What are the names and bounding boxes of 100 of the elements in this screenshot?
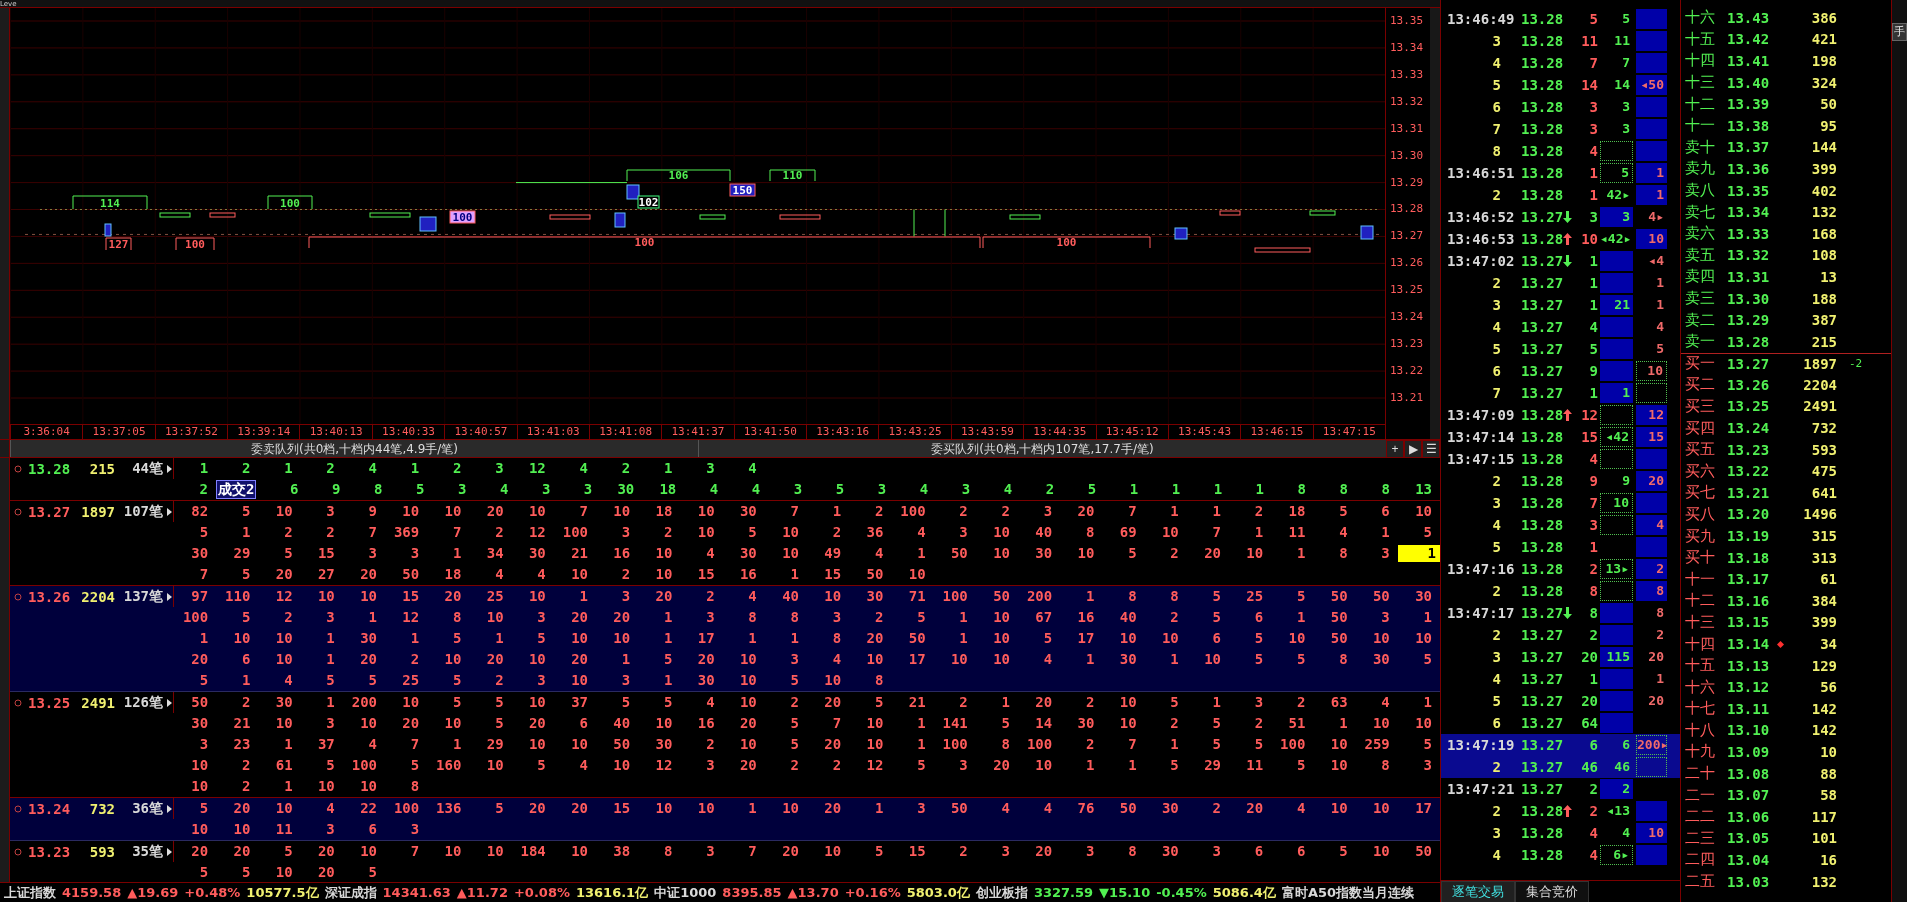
trade-row[interactable]: 5 13.27 20 20 [1441, 690, 1680, 712]
order-dash [209, 212, 236, 218]
index-quote-text: 中证1000 [654, 883, 717, 902]
trade-row[interactable]: 2 13.28 8 8 [1441, 580, 1680, 602]
queue-cell: 100 [900, 503, 926, 520]
queue-cell: 4 [1003, 481, 1013, 498]
tab[interactable]: 集合竞价 [1515, 881, 1589, 902]
ask-level-label: 卖一 [1684, 332, 1716, 352]
order-marker [104, 223, 112, 237]
trade-row[interactable]: 13:46:51 13.28 1 5 1 [1441, 162, 1680, 184]
toolbar-button[interactable]: ☰ [1422, 440, 1440, 458]
trade-row[interactable]: 13:47:17 13.27 8 8 [1441, 602, 1680, 624]
sell-hand-cell: 2 [1636, 559, 1667, 579]
trade-row[interactable]: 13:47:19 13.27 6 6 200▸ [1441, 734, 1680, 756]
queue-cell: 10 [1415, 503, 1432, 520]
order-dash [699, 214, 726, 220]
trade-row[interactable]: 6 13.28 3 3 [1441, 96, 1680, 118]
trade-row[interactable]: 6 13.27 9 10 [1441, 360, 1680, 382]
queue-cell: 100 [182, 609, 209, 626]
trade-row[interactable]: 3 13.28 11 11 [1441, 30, 1680, 52]
trade-row[interactable]: 4 13.27 4 4 [1441, 316, 1680, 338]
queue-cell: 10 [571, 736, 588, 753]
trade-row[interactable]: 3 13.27 1 21 1 [1441, 294, 1680, 316]
queue-cell: 1 [579, 588, 588, 605]
side-tab-strip[interactable] [0, 440, 10, 457]
toolbar-button[interactable]: ▶ [1404, 440, 1422, 458]
queue-cell: 2 [326, 460, 335, 477]
queue-cell: 4 [495, 566, 504, 583]
trade-row[interactable]: 13:46:52 13.27 3 3 4▸ [1441, 206, 1680, 228]
queue-cell: 2 [621, 566, 631, 583]
queue-cell: 30 [1119, 651, 1137, 668]
ask-price: 13.31 [1727, 268, 1771, 285]
trade-row[interactable]: 2 13.28 9 9 20 [1441, 470, 1680, 492]
trade-row[interactable]: 2 13.28 2 ◂13 [1441, 800, 1680, 822]
queue-cell: 2 [1254, 715, 1264, 732]
trade-row[interactable]: 7 13.28 3 3 [1441, 118, 1680, 140]
queue-cell: 50 [402, 566, 420, 583]
queue-cell: 10 [571, 672, 588, 689]
trade-price: 13.27 [1521, 780, 1563, 799]
queue-cell: 2 [1085, 736, 1095, 753]
trade-row[interactable]: 13:46:49 13.28 5 5 [1441, 8, 1680, 30]
sell-hand-cell-text: 1 [1655, 670, 1665, 688]
level-volume: 1897 [80, 503, 115, 520]
trade-row[interactable]: 13:46:53 13.28 10◂42▸ 10 [1441, 228, 1680, 250]
trade-row[interactable]: 5 13.28 14 14 ◂50 [1441, 74, 1680, 96]
trade-row[interactable]: 8 13.28 4 [1441, 140, 1680, 162]
trade-row[interactable]: 4 13.28 7 7 [1441, 52, 1680, 74]
queue-cell: 36 [866, 524, 884, 541]
trade-price: 13.27 [1521, 626, 1563, 645]
trade-time: 6 [1491, 98, 1502, 117]
trade-row[interactable]: 13:47:15 13.28 4 [1441, 448, 1680, 470]
queue-cell: 13 [1415, 481, 1432, 498]
queue-cell: 7 [1128, 736, 1137, 753]
side-tab-strip[interactable] [0, 8, 10, 439]
trade-row[interactable]: 13:47:16 13.28 2 13▸ 2 [1441, 558, 1680, 580]
queue-cell: 10 [824, 672, 842, 689]
unit-button[interactable]: 手 [1892, 22, 1907, 41]
trade-row[interactable]: 4 13.28 4 6▸ [1441, 844, 1680, 866]
trade-row[interactable]: 2 13.27 2 2 [1441, 624, 1680, 646]
bid-volume: 88 [1819, 765, 1837, 782]
queue-cell: 5 [1001, 715, 1010, 732]
bid-level-label: 二五 [1684, 872, 1716, 892]
queue-cell: 8 [1001, 736, 1010, 753]
trade-row[interactable]: 2 13.27 1 1 [1441, 272, 1680, 294]
trade-row[interactable]: 4 13.27 1 1 [1441, 668, 1680, 690]
trade-time: 3 [1491, 824, 1502, 843]
side-tab-strip[interactable] [0, 458, 10, 882]
trade-row[interactable]: 3 13.27 20 115 20 [1441, 646, 1680, 668]
bid-level-label: 买二 [1684, 375, 1716, 395]
trade-row[interactable]: 6 13.27 64 [1441, 712, 1680, 734]
trade-volume: 1 [1588, 186, 1598, 205]
ask-price: 13.29 [1727, 312, 1771, 329]
index-quote-text: +0.16% [844, 885, 901, 900]
trade-row[interactable]: 5 13.27 5 5 [1441, 338, 1680, 360]
trade-row[interactable]: 3 13.28 7 10 [1441, 492, 1680, 514]
bid-level-label: 买五 [1684, 440, 1716, 460]
queue-cell: 5 [790, 672, 799, 689]
bid-volume: 34 [1819, 636, 1837, 652]
queue-cell: 1 [1129, 481, 1139, 498]
scrollbar[interactable] [1430, 8, 1440, 439]
queue-cell: 30 [528, 545, 546, 562]
trade-row[interactable]: 7 13.27 1 1 [1441, 382, 1680, 404]
tab[interactable]: 逐笔交易 [1441, 881, 1515, 902]
bid-volume: 593 [1810, 441, 1837, 458]
trade-price: 13.28 [1521, 76, 1563, 95]
trade-row[interactable]: 2 13.27 46 46 [1441, 756, 1680, 778]
trade-row[interactable]: 13:47:21 13.27 2 2 [1441, 778, 1680, 800]
trade-row[interactable]: 5 13.28 1 [1441, 536, 1680, 558]
trade-row[interactable]: 2 13.28 1 42▸ 1 [1441, 184, 1680, 206]
index-quote-text: ▲11.72 [456, 885, 508, 900]
trade-row[interactable]: 13:47:14 13.28 15 ◂42 15 [1441, 426, 1680, 448]
trade-row[interactable]: 3 13.28 4 4 10 [1441, 822, 1680, 844]
trade-row[interactable]: 13:47:09 13.28 12 12 [1441, 404, 1680, 426]
trade-row[interactable]: 13:47:02 13.27 1 ◂4 [1441, 250, 1680, 272]
trade-time: 5 [1491, 692, 1502, 711]
trade-row[interactable]: 4 13.28 3 4 [1441, 514, 1680, 536]
queue-cell: 5 [1339, 843, 1348, 860]
toolbar-button[interactable]: + [1386, 440, 1404, 458]
queue-cell: 49 [824, 545, 842, 562]
bid-level-label: 二十 [1684, 764, 1716, 784]
